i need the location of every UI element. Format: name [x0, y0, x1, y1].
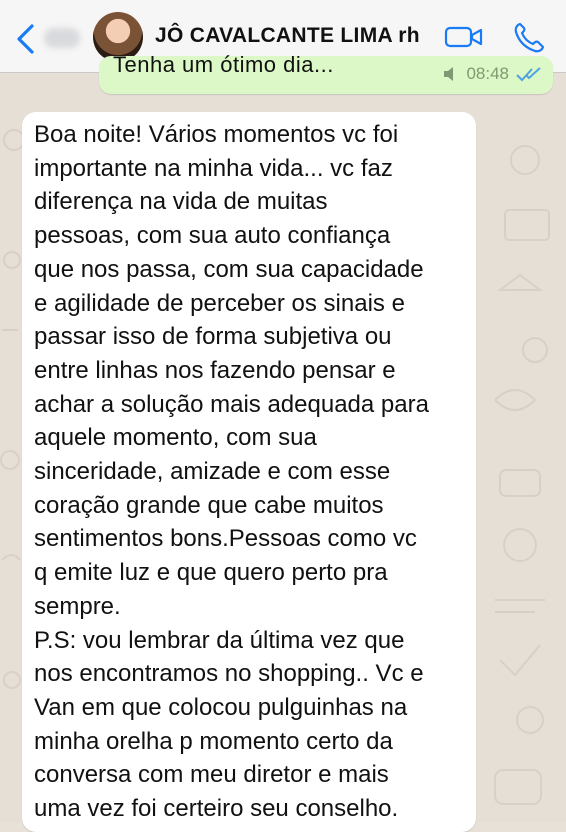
- message-line: passar isso de forma subjetiva ou: [34, 323, 392, 351]
- message-line: uma vez foi certeiro seu conselho.: [34, 795, 399, 822]
- unread-count-badge[interactable]: [44, 28, 80, 48]
- message-line: que nos passa, com sua capacidade: [34, 255, 424, 283]
- outgoing-message-text: Tenha um ótimo dia...: [113, 52, 334, 77]
- message-line: entre linhas nos fazendo pensar e: [34, 356, 396, 384]
- message-line: P.S: vou lembrar da última vez que: [34, 626, 405, 654]
- read-receipt-icon: [516, 67, 541, 82]
- outgoing-message-meta: 08:48: [442, 64, 543, 84]
- contact-name[interactable]: JÔ CAVALCANTE LIMA rh: [155, 24, 420, 48]
- message-line: achar a solução mais adequada para: [34, 390, 429, 418]
- status-bar: [0, 0, 566, 8]
- message-line: sempre.: [34, 592, 121, 620]
- message-line: e agilidade de perceber os sinais e: [34, 289, 405, 317]
- message-line: conversa com meu diretor e mais: [34, 761, 389, 789]
- message-line: sentimentos bons.Pessoas como vc: [34, 525, 417, 553]
- phone-icon[interactable]: [512, 20, 546, 54]
- outgoing-message-bubble[interactable]: Tenha um ótimo dia... 08:48: [99, 52, 553, 94]
- speaker-icon: [444, 67, 454, 81]
- message-line: diferença na vida de muitas: [34, 188, 328, 216]
- message-line: coração grande que cabe muitos: [34, 491, 384, 519]
- message-line: aquele momento, com sua: [34, 424, 317, 452]
- chevron-left-icon[interactable]: [12, 22, 42, 56]
- message-line: importante na minha vida... vc faz: [34, 154, 393, 182]
- message-line: q emite luz e que quero perto pra: [34, 559, 388, 587]
- message-line: Van em que colocou pulguinhas na: [34, 693, 408, 721]
- message-line: minha orelha p momento certo da: [34, 727, 393, 755]
- video-camera-icon[interactable]: [444, 25, 484, 49]
- message-line: Boa noite! Vários momentos vc foi: [34, 121, 399, 148]
- message-line: pessoas, com sua auto confiança: [34, 222, 391, 250]
- message-line: nos encontramos no shopping.. Vc e: [34, 660, 424, 688]
- message-time: 08:48: [466, 64, 509, 83]
- incoming-message-bubble[interactable]: Boa noite! Vários momentos vc foi importa…: [22, 112, 476, 832]
- message-line: sinceridade, amizade e com esse: [34, 458, 391, 485]
